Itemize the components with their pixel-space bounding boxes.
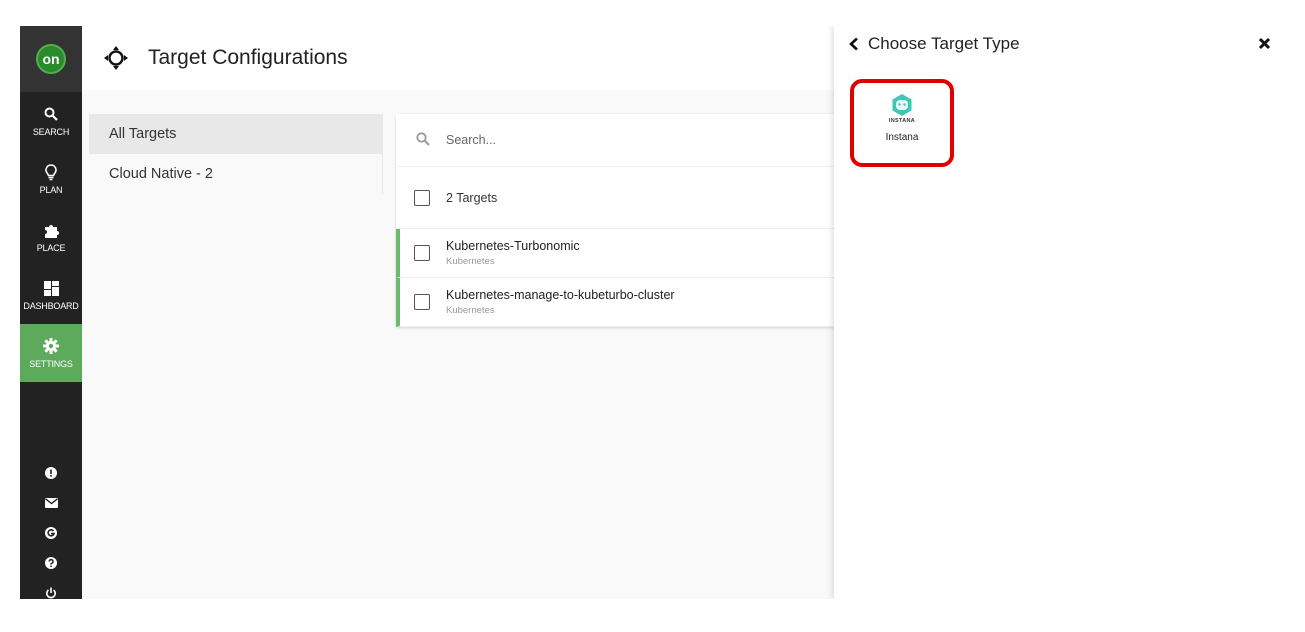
instana-logo-icon xyxy=(890,93,914,117)
page-header: Target Configurations xyxy=(82,26,882,90)
filter-all-targets[interactable]: All Targets xyxy=(89,114,383,154)
nav-item-label: SETTINGS xyxy=(29,359,73,369)
nav-item-plan[interactable]: PLAN xyxy=(20,150,82,208)
close-icon[interactable] xyxy=(1258,37,1272,51)
nav-item-search[interactable]: SEARCH xyxy=(20,92,82,150)
target-count: 2 Targets xyxy=(446,190,498,205)
target-name: Kubernetes-manage-to-kubeturbo-cluster xyxy=(446,288,675,302)
target-name: Kubernetes-Turbonomic xyxy=(446,239,580,253)
select-all-row: 2 Targets xyxy=(396,167,836,229)
search-bar xyxy=(396,114,836,167)
table-row[interactable]: Kubernetes-manage-to-kubeturbo-cluster K… xyxy=(396,278,836,327)
nav-item-label: DASHBOARD xyxy=(23,301,79,311)
gear-icon xyxy=(42,337,60,355)
mail-icon[interactable] xyxy=(20,488,82,518)
back-button[interactable]: Choose Target Type xyxy=(848,34,1020,54)
logo-area: on xyxy=(20,26,82,92)
search-input[interactable] xyxy=(446,133,746,147)
nav-item-dashboard[interactable]: DASHBOARD xyxy=(20,266,82,324)
target-type-tile-instana[interactable]: INSTANA Instana xyxy=(850,79,954,167)
target-type: Kubernetes xyxy=(446,305,495,316)
nav-item-label: PLAN xyxy=(39,185,63,195)
app-logo[interactable]: on xyxy=(36,44,66,74)
chevron-left-icon xyxy=(848,37,860,51)
alert-icon[interactable] xyxy=(20,458,82,488)
puzzle-icon xyxy=(42,221,60,239)
choose-target-panel: Choose Target Type INSTANA Instana xyxy=(834,26,1305,599)
page-title: Target Configurations xyxy=(148,46,348,69)
instana-brand-text: INSTANA xyxy=(888,118,916,124)
g-icon[interactable] xyxy=(20,518,82,548)
nav-item-settings[interactable]: SETTINGS xyxy=(20,324,82,382)
target-list: 2 Targets Kubernetes-Turbonomic Kubernet… xyxy=(396,114,836,327)
target-filters: All Targets Cloud Native - 2 xyxy=(89,114,383,194)
nav-bottom-group xyxy=(20,458,82,599)
row-checkbox[interactable] xyxy=(414,294,430,310)
left-nav: on SEARCH PLAN PLACE DASHBOARD SETTINGS xyxy=(20,26,82,599)
target-info: Kubernetes-manage-to-kubeturbo-cluster K… xyxy=(446,288,675,316)
nav-item-label: PLACE xyxy=(36,243,66,253)
row-checkbox[interactable] xyxy=(414,245,430,261)
help-icon[interactable] xyxy=(20,548,82,578)
search-icon xyxy=(416,132,432,148)
target-info: Kubernetes-Turbonomic Kubernetes xyxy=(446,239,580,267)
nav-item-place[interactable]: PLACE xyxy=(20,208,82,266)
dashboard-icon xyxy=(42,279,60,297)
app-window: on SEARCH PLAN PLACE DASHBOARD SETTINGS … xyxy=(20,26,1305,599)
filter-cloud-native[interactable]: Cloud Native - 2 xyxy=(89,154,383,194)
crosshair-icon xyxy=(104,46,128,70)
nav-item-label: SEARCH xyxy=(32,127,70,137)
panel-title: Choose Target Type xyxy=(868,34,1020,53)
target-type: Kubernetes xyxy=(446,256,495,267)
search-icon xyxy=(42,105,60,123)
lightbulb-icon xyxy=(42,163,60,181)
power-icon[interactable] xyxy=(20,578,82,599)
tile-label: Instana xyxy=(885,132,919,143)
select-all-checkbox[interactable] xyxy=(414,189,430,206)
table-row[interactable]: Kubernetes-Turbonomic Kubernetes xyxy=(396,229,836,278)
